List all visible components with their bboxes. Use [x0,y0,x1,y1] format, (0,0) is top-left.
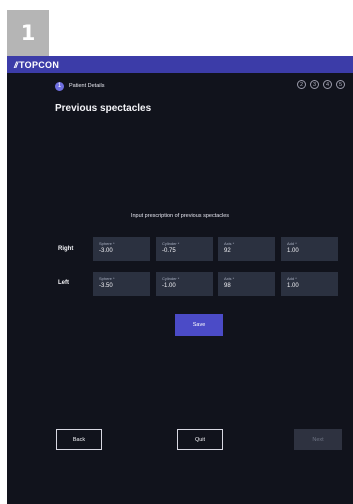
eye-label-right: Right [58,246,74,252]
device-screen: // TOPCON 1 Patient Details 2 3 4 5 Prev… [7,56,353,504]
next-button[interactable]: Next [294,429,342,450]
field-value: -1.00 [162,283,176,289]
step-indicator-2: 2 [297,80,306,89]
right-sphere-field[interactable]: Sphere * -3.00 [93,237,150,261]
field-value: -3.00 [99,248,113,254]
left-sphere-field[interactable]: Sphere * -3.50 [93,272,150,296]
field-value: -0.75 [162,248,176,254]
step-label: Patient Details [69,83,105,89]
left-add-field[interactable]: Add * 1.00 [281,272,338,296]
field-label: Sphere * [99,276,115,281]
field-value: 1.00 [287,248,299,254]
top-bar: // TOPCON [7,56,353,73]
step-indicator-4: 4 [323,80,332,89]
field-label: Cylinder * [162,241,180,246]
quit-button[interactable]: Quit [177,429,223,450]
step-indicator-active: 1 [55,81,64,91]
future-steps: 2 3 4 5 [297,80,345,89]
step-number-badge: 1 [7,10,49,56]
field-value: 1.00 [287,283,299,289]
field-label: Sphere * [99,241,115,246]
field-label: Cylinder * [162,276,180,281]
back-button[interactable]: Back [56,429,102,450]
step-indicator-5: 5 [336,80,345,89]
step-indicator-3: 3 [310,80,319,89]
field-value: 98 [224,283,231,289]
left-axis-field[interactable]: Axis * 98 [218,272,275,296]
brand-logo-text: TOPCON [19,59,60,70]
field-label: Axis * [224,276,235,281]
field-label: Axis * [224,241,235,246]
eye-label-left: Left [58,280,69,286]
save-button[interactable]: Save [175,314,223,336]
right-cylinder-field[interactable]: Cylinder * -0.75 [156,237,213,261]
field-label: Add * [287,241,297,246]
left-cylinder-field[interactable]: Cylinder * -1.00 [156,272,213,296]
right-axis-field[interactable]: Axis * 92 [218,237,275,261]
field-label: Add * [287,276,297,281]
instruction-text: Input prescription of previous spectacle… [130,213,230,219]
topcon-logo-icon: // [14,59,18,70]
right-add-field[interactable]: Add * 1.00 [281,237,338,261]
field-value: 92 [224,248,231,254]
progress-stepper: 1 Patient Details 2 3 4 5 [55,80,345,92]
field-value: -3.50 [99,283,113,289]
page-title: Previous spectacles [55,103,152,114]
